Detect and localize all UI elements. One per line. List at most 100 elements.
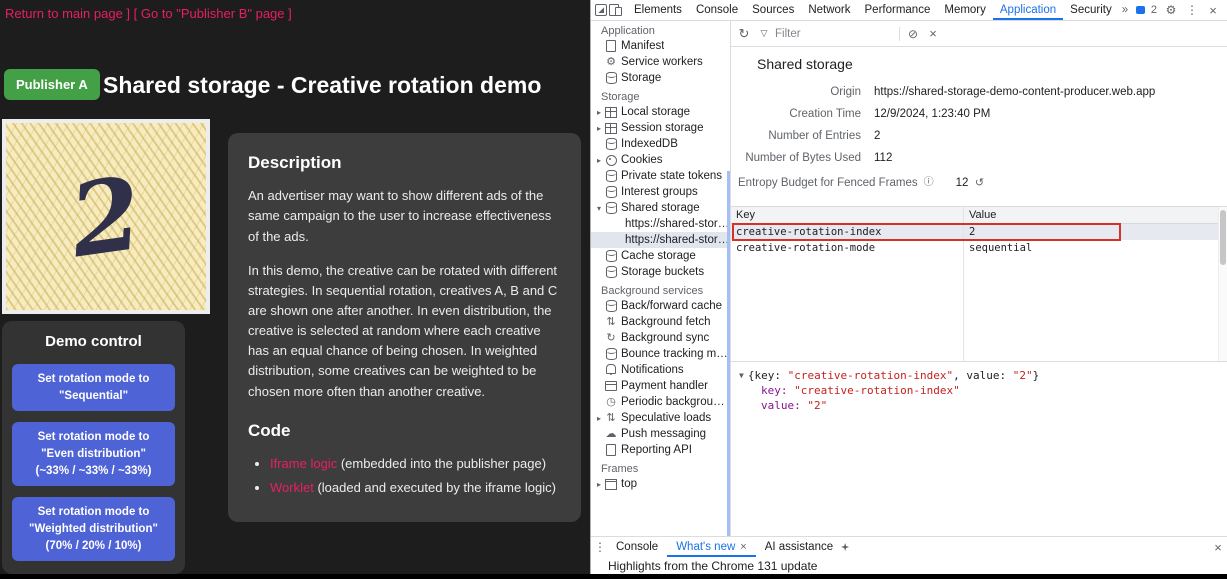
settings-gear-icon[interactable]: [1164, 3, 1178, 17]
sidebar-item-notifications[interactable]: Notifications: [591, 362, 730, 378]
sidebar-item-background-sync[interactable]: Background sync: [591, 330, 730, 346]
sidebar-item-shared-storage[interactable]: ▾Shared storage: [591, 200, 730, 216]
tab-memory[interactable]: Memory: [937, 0, 993, 20]
sidebar-item-cookies[interactable]: ▸Cookies: [591, 152, 730, 168]
table-row[interactable]: creative-rotation-index 2: [731, 224, 1227, 240]
column-divider[interactable]: [963, 207, 964, 361]
table-row[interactable]: creative-rotation-mode sequential: [731, 240, 1227, 256]
inspect-icon[interactable]: [594, 3, 608, 17]
close-drawer-icon[interactable]: [1211, 540, 1225, 554]
clear-icon[interactable]: [926, 27, 940, 41]
sidebar-item-shared-storage-origin-2[interactable]: https://shared-storage…: [591, 232, 730, 248]
nav-end: ]: [285, 6, 292, 21]
sidebar-item-payment-handler[interactable]: Payment handler: [591, 378, 730, 394]
sidebar-item-bounce-tracking[interactable]: Bounce tracking miti…: [591, 346, 730, 362]
filter-input[interactable]: Filter: [757, 27, 887, 41]
sidebar-item-interest-groups[interactable]: Interest groups: [591, 184, 730, 200]
whats-new-heading[interactable]: Highlights from the Chrome 131 update: [608, 559, 817, 573]
drawer-tab-ai-assistance[interactable]: AI assistance: [756, 537, 861, 557]
shared-storage-panel: Filter Shared storage Origin https://sha…: [731, 21, 1227, 536]
ad-creative-frame[interactable]: 2: [2, 119, 210, 314]
preview-summary[interactable]: ▼{key: "creative-rotation-index", value:…: [739, 368, 1227, 383]
column-header-value[interactable]: Value: [964, 207, 1227, 223]
issues-button[interactable]: 2: [1134, 3, 1157, 17]
tab-console[interactable]: Console: [689, 0, 745, 20]
preview-property: value: "2": [739, 398, 1227, 413]
sidebar-item-service-workers[interactable]: Service workers: [591, 54, 730, 70]
database-icon: [604, 347, 618, 361]
scrollbar-thumb[interactable]: [1220, 210, 1226, 265]
rotation-sequential-button[interactable]: Set rotation mode to "Sequential": [12, 364, 175, 411]
sidebar-item-reporting-api[interactable]: Reporting API: [591, 442, 730, 458]
iframe-logic-link[interactable]: Iframe logic: [270, 456, 337, 471]
shared-storage-table: Key Value creative-rotation-index 2 crea…: [731, 206, 1227, 361]
column-header-key[interactable]: Key: [731, 207, 964, 223]
button-line: "Sequential": [16, 388, 171, 405]
creative-number: 2: [65, 162, 148, 271]
window-bottom-edge: [0, 574, 1227, 579]
close-devtools-icon[interactable]: [1206, 3, 1220, 17]
sidebar-item-private-state-tokens[interactable]: Private state tokens: [591, 168, 730, 184]
refresh-icon[interactable]: [737, 27, 751, 41]
panel-toolbar: Filter: [731, 21, 1227, 47]
tab-sources[interactable]: Sources: [745, 0, 801, 20]
sidebar-item-cache-storage[interactable]: Cache storage: [591, 248, 730, 264]
more-tabs-icon[interactable]: »: [1119, 0, 1131, 20]
application-sidebar: Application Manifest Service workers Sto…: [591, 21, 731, 536]
card-icon: [604, 379, 618, 393]
frame-icon: [604, 477, 618, 491]
drawer-tab-label: What's new: [676, 537, 735, 557]
sidebar-item-push-messaging[interactable]: Push messaging: [591, 426, 730, 442]
filter-icon: [757, 27, 771, 41]
entropy-budget-row: Entropy Budget for Fenced Frames 12: [738, 176, 1227, 190]
worklet-link[interactable]: Worklet: [270, 480, 314, 495]
drawer-kebab-menu-icon[interactable]: [593, 540, 607, 554]
drawer-tab-whats-new[interactable]: What's new×: [667, 537, 756, 557]
entries-count-value: 2: [874, 130, 1227, 142]
tab-performance[interactable]: Performance: [858, 0, 938, 20]
sidebar-item-storage[interactable]: Storage: [591, 70, 730, 86]
tab-elements[interactable]: Elements: [627, 0, 689, 20]
tab-network[interactable]: Network: [801, 0, 857, 20]
sidebar-item-back-forward-cache[interactable]: Back/forward cache: [591, 298, 730, 314]
block-icon[interactable]: [906, 27, 920, 41]
description-heading: Description: [248, 150, 561, 176]
rotation-even-button[interactable]: Set rotation mode to "Even distribution"…: [12, 422, 175, 486]
tab-application[interactable]: Application: [993, 0, 1063, 20]
sidebar-item-background-fetch[interactable]: Background fetch: [591, 314, 730, 330]
sidebar-item-local-storage[interactable]: ▸Local storage: [591, 104, 730, 120]
close-tab-icon[interactable]: ×: [740, 537, 746, 557]
publisher-b-link[interactable]: Go to "Publisher B" page: [141, 6, 285, 21]
sidebar-item-session-storage[interactable]: ▸Session storage: [591, 120, 730, 136]
table-icon: [604, 105, 618, 119]
meta-label: Origin: [731, 86, 861, 98]
drawer-tab-console[interactable]: Console: [607, 537, 667, 557]
return-main-link[interactable]: Return to main page: [5, 6, 123, 21]
sidebar-item-storage-buckets[interactable]: Storage buckets: [591, 264, 730, 280]
rotation-weighted-button[interactable]: Set rotation mode to "Weighted distribut…: [12, 497, 175, 561]
preview-string: "2": [1013, 369, 1033, 382]
updown-arrows-icon: [604, 411, 618, 425]
sidebar-item-speculative-loads[interactable]: ▸Speculative loads: [591, 410, 730, 426]
sidebar-scrollbar[interactable]: [727, 171, 730, 536]
tab-security[interactable]: Security: [1063, 0, 1119, 20]
sidebar-item-shared-storage-origin-1[interactable]: https://shared-storage…: [591, 216, 730, 232]
database-icon: [604, 71, 618, 85]
twirl-icon[interactable]: ▼: [739, 371, 744, 380]
devtools-drawer: Console What's new× AI assistance: [591, 536, 1227, 557]
sidebar-item-periodic-background-sync[interactable]: Periodic backgroun…: [591, 394, 730, 410]
sidebar-item-top-frame[interactable]: ▸top: [591, 476, 730, 492]
cloud-icon: [604, 427, 618, 441]
table-scrollbar[interactable]: [1218, 207, 1227, 361]
reset-icon[interactable]: [972, 176, 986, 190]
document-icon: [604, 443, 618, 457]
sidebar-item-manifest[interactable]: Manifest: [591, 38, 730, 54]
kebab-menu-icon[interactable]: [1185, 3, 1199, 17]
device-toolbar-icon[interactable]: [608, 3, 622, 17]
code-links-list: Iframe logic (embedded into the publishe…: [248, 454, 561, 498]
sidebar-item-indexeddb[interactable]: IndexedDB: [591, 136, 730, 152]
entry-preview: ▼{key: "creative-rotation-index", value:…: [731, 361, 1227, 536]
spark-icon: [838, 540, 852, 554]
meta-label: Number of Entries: [731, 130, 861, 142]
info-icon[interactable]: [922, 176, 936, 190]
